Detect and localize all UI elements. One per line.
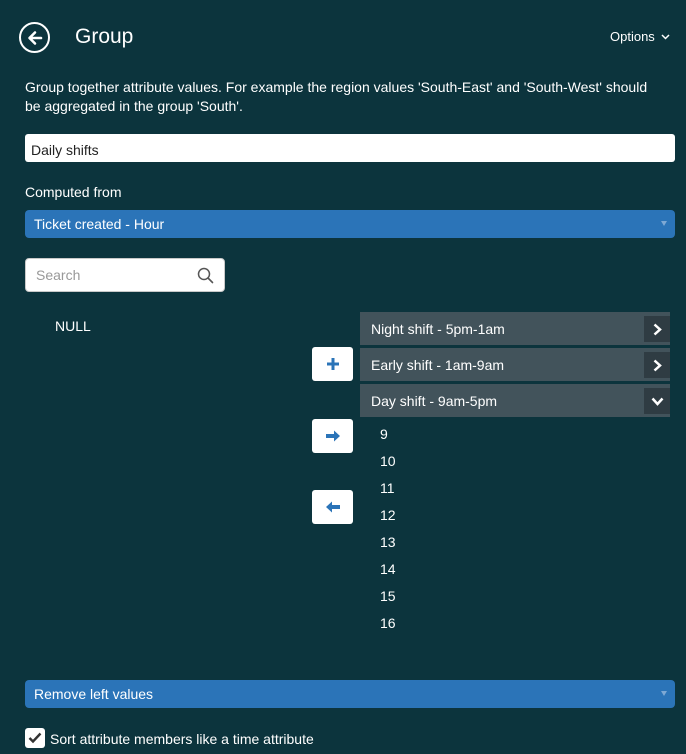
group-row-early-shift[interactable]: Early shift - 1am-9am <box>360 348 670 381</box>
description-text: Group together attribute values. For exa… <box>25 79 648 114</box>
options-menu[interactable]: Options <box>610 29 670 44</box>
list-item[interactable]: 12 <box>380 507 396 523</box>
list-item[interactable]: 9 <box>380 426 388 442</box>
chevron-right-icon <box>653 323 662 335</box>
chevron-down-icon <box>651 397 663 406</box>
sort-time-checkbox[interactable] <box>25 728 45 748</box>
move-right-button[interactable] <box>312 419 353 453</box>
list-item[interactable]: 15 <box>380 588 396 604</box>
search-box[interactable] <box>25 258 225 292</box>
caret-down-icon <box>661 691 667 696</box>
move-left-button[interactable] <box>312 490 353 524</box>
list-item-null[interactable]: NULL <box>55 318 91 334</box>
page-title: Group <box>75 25 134 48</box>
list-item[interactable]: 14 <box>380 561 396 577</box>
group-name-input[interactable] <box>25 134 675 162</box>
back-button[interactable] <box>19 22 50 53</box>
arrow-right-icon <box>325 430 340 442</box>
expand-toggle[interactable] <box>644 316 670 342</box>
check-icon <box>28 732 42 744</box>
search-icon <box>197 267 214 284</box>
arrow-left-icon <box>325 501 340 513</box>
chevron-right-icon <box>653 359 662 371</box>
list-item[interactable]: 13 <box>380 534 396 550</box>
left-values-select[interactable]: Remove left values <box>25 680 675 708</box>
collapse-toggle[interactable] <box>644 388 670 414</box>
arrow-left-circle-icon <box>27 30 42 45</box>
computed-from-select[interactable]: Ticket created - Hour <box>25 210 675 238</box>
group-row-day-shift[interactable]: Day shift - 9am-5pm <box>360 384 670 417</box>
group-label: Day shift - 9am-5pm <box>371 392 498 409</box>
list-item[interactable]: 16 <box>380 615 396 631</box>
left-values-select-value: Remove left values <box>34 686 154 702</box>
options-label: Options <box>610 29 655 44</box>
chevron-down-icon <box>661 33 670 40</box>
plus-icon <box>326 358 339 370</box>
group-label: Early shift - 1am-9am <box>371 356 505 373</box>
list-item[interactable]: 11 <box>380 480 395 496</box>
group-row-night-shift[interactable]: Night shift - 5pm-1am <box>360 312 670 345</box>
expand-toggle[interactable] <box>644 352 670 378</box>
list-item[interactable]: 10 <box>380 453 396 469</box>
computed-from-label: Computed from <box>25 184 122 200</box>
add-group-button[interactable] <box>312 347 353 381</box>
computed-from-value: Ticket created - Hour <box>34 216 165 232</box>
search-input[interactable] <box>36 259 196 291</box>
group-label: Night shift - 5pm-1am <box>371 320 505 337</box>
sort-time-label: Sort attribute members like a time attri… <box>50 731 314 747</box>
caret-down-icon <box>661 221 667 226</box>
